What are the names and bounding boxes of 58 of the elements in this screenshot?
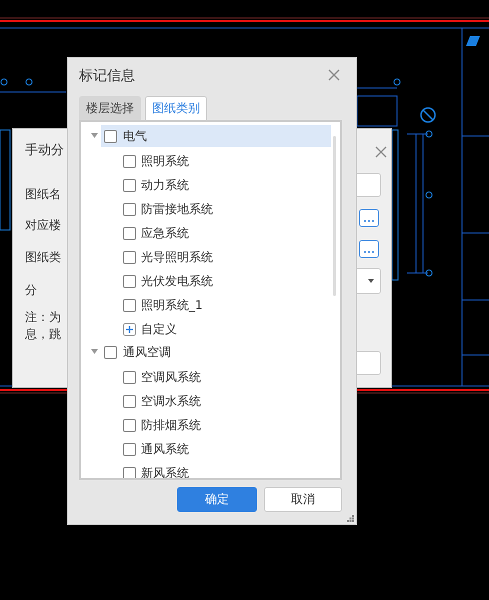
dialog-title: 标记信息 xyxy=(79,67,135,85)
field-label: 图纸名 xyxy=(25,186,61,203)
tree-item-label[interactable]: 防雷接地系统 xyxy=(141,200,213,218)
checkbox[interactable] xyxy=(104,130,117,142)
tree-item-label[interactable]: 照明系统 xyxy=(141,152,189,170)
ellipsis-icon xyxy=(363,250,375,254)
more-button[interactable] xyxy=(359,240,379,258)
logo xyxy=(466,36,480,46)
ellipsis-icon xyxy=(363,218,375,222)
add-custom-link[interactable]: 自定义 xyxy=(141,320,177,338)
checkbox[interactable] xyxy=(123,178,136,192)
stair-outline xyxy=(356,96,398,126)
plus-icon[interactable] xyxy=(123,322,136,336)
tree-item-label[interactable]: 光导照明系统 xyxy=(141,248,213,266)
checkbox[interactable] xyxy=(123,442,136,456)
checkbox[interactable] xyxy=(123,466,136,478)
checkbox[interactable] xyxy=(123,202,136,216)
close-button[interactable] xyxy=(328,69,342,83)
tree-item-label[interactable]: 通风系统 xyxy=(141,440,189,458)
scrollbar[interactable] xyxy=(333,136,336,296)
checkbox[interactable] xyxy=(123,154,136,168)
tree-item-label[interactable]: 新风系统 xyxy=(141,464,189,478)
tree-item-label[interactable]: 光伏发电系统 xyxy=(141,272,213,290)
close-icon xyxy=(328,69,340,81)
note-text: 息，跳 xyxy=(25,326,61,343)
resize-grip-icon[interactable] xyxy=(347,515,354,522)
field-label: 对应楼 xyxy=(25,217,61,234)
confirm-button[interactable]: 确定 xyxy=(177,487,257,512)
field-label: 图纸类 xyxy=(25,249,61,266)
tab[interactable]: 楼层选择 xyxy=(79,96,141,120)
checkbox[interactable] xyxy=(123,250,136,264)
checkbox[interactable] xyxy=(104,346,117,358)
tree-group-label: 电气 xyxy=(123,128,147,144)
checkbox[interactable] xyxy=(123,274,136,288)
close-icon xyxy=(375,146,387,158)
more-button[interactable] xyxy=(359,209,379,227)
dialog-title: 手动分 xyxy=(25,142,64,159)
checkbox[interactable] xyxy=(123,226,136,240)
checkbox[interactable] xyxy=(123,370,136,384)
caret-icon[interactable] xyxy=(91,349,98,355)
tree-item-label[interactable]: 空调水系统 xyxy=(141,392,201,410)
tree-item-label[interactable]: 应急系统 xyxy=(141,224,189,242)
caret-icon xyxy=(368,279,374,283)
tab[interactable]: 图纸类别 xyxy=(145,96,207,120)
field-label: 分 xyxy=(25,282,37,299)
tree-item-label[interactable]: 动力系统 xyxy=(141,176,189,194)
tree-group-row[interactable]: 通风空调 xyxy=(101,341,331,363)
note-text: 注：为 xyxy=(25,309,61,326)
cancel-button[interactable]: 取消 xyxy=(264,487,342,512)
caret-icon[interactable] xyxy=(91,133,98,139)
tree-item-label[interactable]: 照明系统_1 xyxy=(141,296,203,314)
tree-item-label[interactable]: 空调风系统 xyxy=(141,368,201,386)
checkbox[interactable] xyxy=(123,418,136,432)
checkbox[interactable] xyxy=(123,394,136,408)
no-entry-symbol xyxy=(420,107,436,123)
tree-item-label[interactable]: 防排烟系统 xyxy=(141,416,201,434)
checkbox[interactable] xyxy=(123,298,136,312)
tree-group-label: 通风空调 xyxy=(123,344,171,360)
